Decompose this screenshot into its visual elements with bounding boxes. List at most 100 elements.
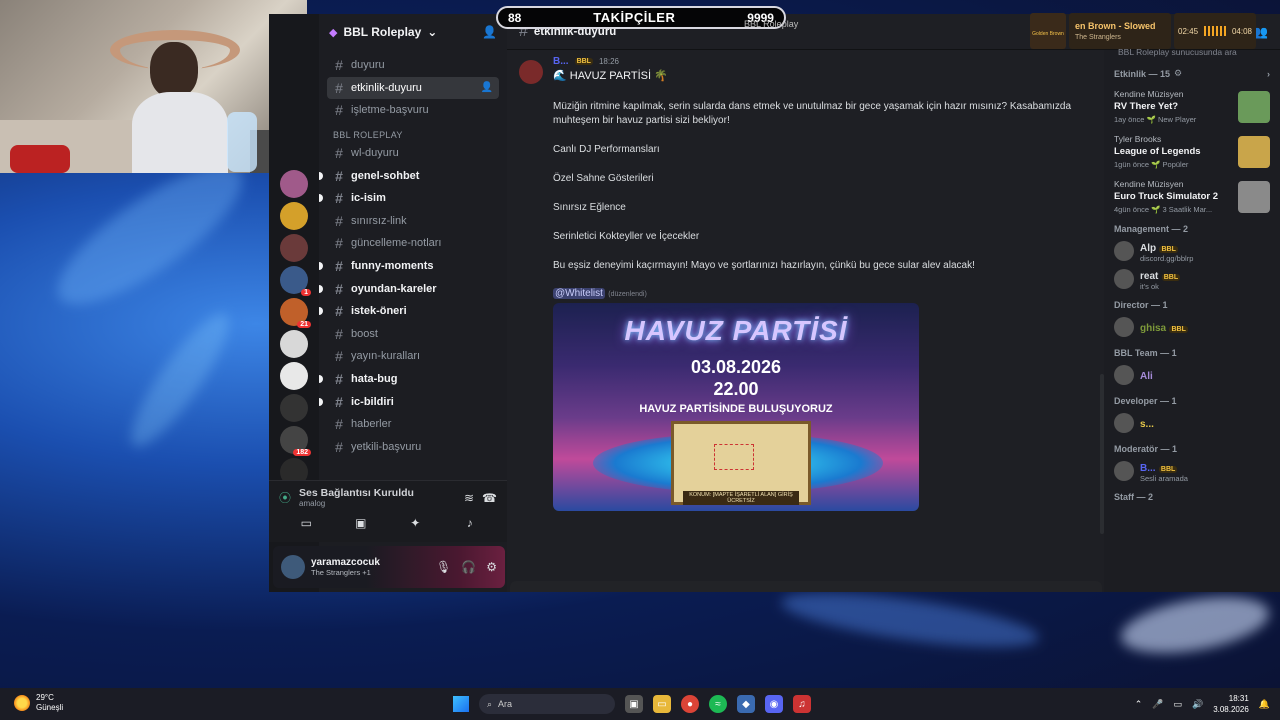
role-group-header: Management — 2 [1114, 224, 1189, 234]
server-icon[interactable] [280, 234, 308, 262]
hash-icon: # [335, 303, 343, 320]
category-header[interactable]: BBL ROLEPLAY [327, 122, 499, 142]
channel-item[interactable]: # etkinlik-duyuru 👤 [327, 76, 499, 100]
camera-off-icon[interactable]: ▭ [286, 516, 326, 534]
channel-item[interactable]: # boost [327, 323, 499, 346]
channel-item[interactable]: # haberler [327, 413, 499, 436]
username[interactable]: yaramazcocuk [311, 557, 380, 568]
hash-icon: # [335, 79, 343, 96]
activity-user: Kendine Müzisyen [1114, 89, 1184, 99]
gear-icon[interactable]: ⚙ [486, 560, 497, 574]
clock[interactable]: 18:31 3.08.2026 [1213, 693, 1249, 715]
task-view-icon[interactable]: ▣ [625, 695, 643, 713]
server-icon[interactable]: 21 [280, 298, 311, 328]
screen-share-icon[interactable]: ▣ [341, 516, 381, 534]
channel-item[interactable]: # güncelleme-notları [327, 232, 499, 255]
poster-footer: HAVUZ PARTİSİNDE BULUŞUYORUZ [639, 403, 833, 415]
hash-icon: # [335, 102, 343, 119]
windows-start-icon[interactable] [453, 696, 469, 712]
gear-icon[interactable]: ⚙ [1174, 68, 1182, 79]
server-icon[interactable]: 1 [280, 266, 311, 296]
role-mention[interactable]: @Whitelist [553, 288, 605, 299]
channel-item[interactable]: # ic-isim [319, 187, 499, 210]
album-art: Golden Brown [1030, 13, 1066, 49]
event-poster-image[interactable]: HAVUZ PARTİSİ 03.08.2026 22.00 HAVUZ PAR… [553, 303, 919, 511]
member-row[interactable]: reat BBL it's ok [1114, 268, 1270, 291]
weather-widget[interactable]: 29°C Güneşli [14, 693, 63, 713]
list-item: Canlı DJ Performansları [553, 144, 660, 155]
channel-item[interactable]: # wl-duyuru [327, 142, 499, 165]
spotify-icon[interactable]: ≈ [709, 695, 727, 713]
server-header[interactable]: ◆ BBL Roleplay ⌄ 👤 [319, 14, 507, 50]
file-explorer-icon[interactable]: ▭ [653, 695, 671, 713]
activity-card[interactable]: Kendine Müzisyen RV There Yet? 1ay önce … [1114, 89, 1270, 124]
list-item: Özel Sahne Gösterileri [553, 173, 654, 184]
taskbar-search[interactable]: ⌕ Ara [479, 694, 615, 714]
wallpaper-streak [117, 302, 243, 458]
app-icon[interactable]: ◆ [737, 695, 755, 713]
network-icon[interactable]: ▭ [1173, 699, 1182, 710]
avatar[interactable] [281, 555, 305, 579]
scrollbar[interactable] [1100, 374, 1104, 534]
message-input[interactable]: Bu kanalda mesaj gönderme iznine sahip d… [510, 581, 1102, 592]
equalizer-icon [1204, 26, 1226, 36]
server-icon[interactable] [280, 202, 308, 230]
notification-badge: 182 [293, 449, 311, 456]
add-member-icon[interactable]: 👤 [482, 25, 497, 39]
channel-item[interactable]: # ic-bildiri [319, 390, 499, 413]
channel-item[interactable]: # yetkili-başvuru [327, 436, 499, 459]
invite-icon[interactable]: 👤 [481, 82, 493, 93]
sun-icon [14, 695, 30, 711]
activities-icon[interactable]: ✦ [395, 516, 435, 534]
voice-server-name[interactable]: amalog [299, 499, 414, 508]
channel-item[interactable]: # işletme-başvuru [327, 99, 499, 122]
avatar[interactable] [519, 60, 543, 84]
channel-item[interactable]: # istek-öneri [319, 300, 499, 323]
channel-item[interactable]: # funny-moments [319, 255, 499, 278]
discord-icon[interactable]: ◉ [765, 695, 783, 713]
disconnect-icon[interactable]: ☎ [482, 491, 497, 505]
song-duration: 04:08 [1231, 26, 1252, 36]
member-row[interactable]: ghisa BBL [1114, 316, 1270, 338]
activity-card[interactable]: Tyler Brooks League of Legends 1gün önce… [1114, 134, 1270, 169]
hash-icon: # [335, 212, 343, 229]
server-icon[interactable] [280, 394, 308, 422]
message-title-text: HAVUZ PARTİSİ [569, 70, 652, 82]
member-list: Etkinlik — 15 ⚙ › Kendine Müzisyen RV Th… [1104, 50, 1280, 592]
microphone-icon[interactable]: 🎤 [1152, 699, 1163, 710]
chevron-up-icon[interactable]: ⌃ [1135, 699, 1143, 710]
channel-item[interactable]: # yayın-kuralları [327, 345, 499, 368]
member-row[interactable]: B... BBL Sesli aramada [1114, 460, 1270, 483]
member-name: Alp [1140, 242, 1157, 254]
channel-item[interactable]: # sınırsız-link [327, 210, 499, 233]
channel-item[interactable]: # genel-sohbet [319, 164, 499, 187]
message-author[interactable]: B... [553, 56, 569, 67]
server-icon[interactable]: 182 [280, 426, 311, 456]
member-row[interactable]: Alp BBL discord.gg/bblrp [1114, 240, 1270, 263]
channel-label: yetkili-başvuru [351, 440, 422, 453]
avatar [1114, 241, 1134, 261]
server-icon[interactable] [280, 330, 308, 358]
microphone-icon[interactable]: 🎙 [436, 560, 451, 574]
soundboard-icon[interactable]: ♪ [450, 516, 490, 534]
taskbar-search-label: Ara [498, 699, 513, 709]
server-icon[interactable] [280, 170, 308, 198]
chevron-right-icon[interactable]: › [1267, 69, 1270, 79]
noise-suppression-icon[interactable]: ≋ [464, 491, 474, 505]
headphones-icon[interactable]: 🎧 [461, 560, 476, 574]
guild-tag: BBL [1161, 273, 1181, 281]
chrome-icon[interactable]: ● [681, 695, 699, 713]
member-row[interactable]: s... [1114, 412, 1270, 434]
channel-item[interactable]: # oyundan-kareler [319, 277, 499, 300]
volume-icon[interactable]: 🔊 [1192, 699, 1203, 710]
member-row[interactable]: Ali [1114, 364, 1270, 386]
server-icon[interactable] [280, 362, 308, 390]
activity-card[interactable]: Kendine Müzisyen Euro Truck Simulator 2 … [1114, 179, 1270, 214]
channel-item[interactable]: # duyuru [327, 54, 499, 77]
microphone-app-icon[interactable]: ♫ [793, 695, 811, 713]
hash-icon: # [335, 371, 343, 388]
notification-icon[interactable]: 🔔 [1259, 699, 1270, 710]
wallpaper-streak [778, 582, 1042, 658]
guild-tag: BBL [1159, 245, 1178, 253]
channel-item[interactable]: # hata-bug [319, 368, 499, 391]
